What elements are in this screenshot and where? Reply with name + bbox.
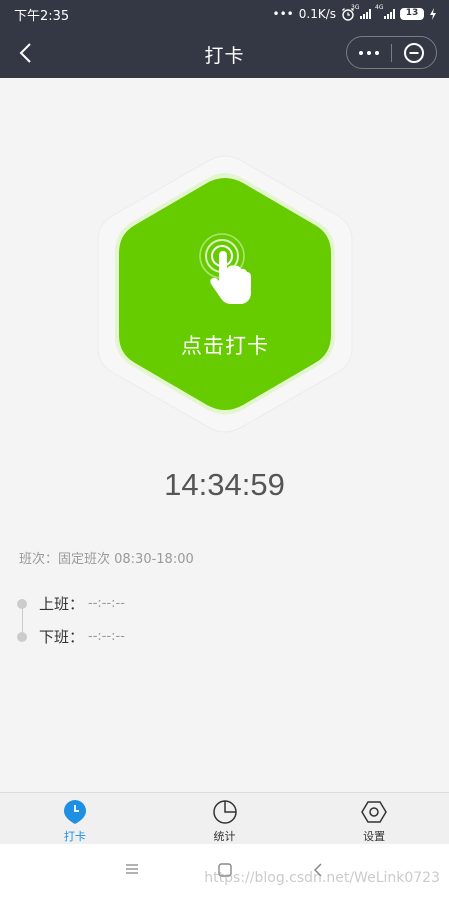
timeline-dot	[17, 631, 27, 642]
timeline-dot	[17, 598, 27, 609]
network-speed: 0.1K/s	[298, 7, 336, 21]
clock-in-value: --:--:--	[88, 596, 125, 611]
punch-button[interactable]: 点击打卡	[94, 152, 356, 436]
status-bar: 下午2:35 ••• 0.1K/s 3G 4G 13	[0, 0, 449, 28]
punch-label: 点击打卡	[181, 334, 269, 358]
clock-out-label: 下班：	[39, 628, 85, 646]
status-time: 下午2:35	[14, 8, 70, 24]
record-clock-out: 下班： --:--:--	[17, 626, 125, 647]
menu-icon[interactable]	[124, 862, 140, 876]
ellipsis-icon	[359, 50, 363, 55]
tab-statistics-label: 统计	[213, 830, 236, 843]
close-button[interactable]	[392, 37, 436, 68]
signal-4g-icon: 4G	[375, 4, 395, 19]
tab-settings-label: 设置	[363, 830, 386, 843]
tab-punch-label: 打卡	[63, 830, 86, 843]
watermark: https://blog.csdn.net/WeLink0723	[204, 870, 440, 886]
battery-icon: 13	[400, 8, 424, 20]
tab-statistics[interactable]: 统计	[150, 793, 300, 844]
record-clock-in: 上班： --:--:--	[17, 593, 125, 614]
tab-settings[interactable]: 设置	[299, 793, 449, 844]
clock-out-value: --:--:--	[88, 629, 125, 644]
hexagon-settings-icon	[361, 801, 388, 823]
status-indicators: ••• 0.1K/s 3G 4G 13	[272, 4, 437, 21]
tab-punch[interactable]: 打卡	[0, 793, 150, 844]
pie-chart-icon	[212, 800, 237, 824]
tab-bar: 打卡 统计 设置	[0, 792, 449, 844]
network-dots-icon: •••	[272, 7, 294, 21]
more-button[interactable]	[347, 37, 391, 68]
mini-program-capsule	[346, 36, 437, 69]
system-navigation-bar: https://blog.csdn.net/WeLink0723	[0, 844, 449, 898]
lightning-icon	[430, 8, 436, 20]
current-time: 14:34:59	[164, 467, 285, 502]
shift-info: 班次：固定班次 08:30-18:00	[19, 552, 194, 567]
location-clock-icon	[63, 800, 86, 824]
navigation-bar: 打卡	[0, 28, 449, 78]
signal-3g-icon: 3G	[351, 4, 371, 19]
circle-minus-icon	[404, 42, 424, 63]
clock-in-label: 上班：	[39, 595, 85, 613]
